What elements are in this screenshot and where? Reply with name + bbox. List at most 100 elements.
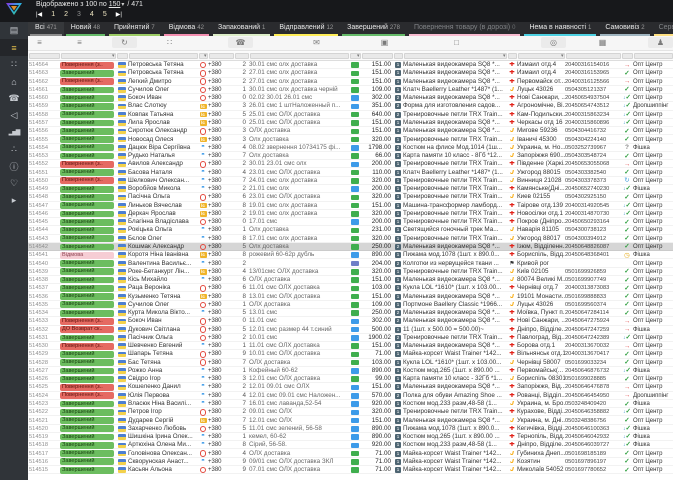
column-filter-input[interactable]	[393, 52, 403, 59]
tab-Прийнятий[interactable]: Прийнятий 7	[107, 22, 162, 36]
table-row[interactable]: 514535 Завершений Сучилов Олег +380 1 ОЛХ дос…	[28, 301, 673, 309]
tab-Запакований[interactable]: Запакований 1	[211, 22, 272, 36]
sidebar-item-dashboard-icon[interactable]: ▤	[0, 22, 28, 39]
table-row[interactable]: 514540 Завершений Валентина Васильє... * +38…	[28, 259, 673, 267]
table-row[interactable]: 514547 Завершений Линьков Вячеслав lc +380 8 1…	[28, 202, 673, 210]
column-filter-input[interactable]	[128, 52, 198, 59]
sidebar-item-info-icon[interactable]: ⓘ	[0, 158, 28, 175]
products-col-icon[interactable]: □	[450, 37, 463, 48]
last-page-icon[interactable]: ▶|	[116, 11, 122, 18]
tab-Повернення товару (в дорозі)[interactable]: Повернення товару (в дорозі) 0	[407, 22, 523, 36]
page-number[interactable]: 4	[90, 11, 94, 18]
table-row[interactable]: 514544 Завершений Рокіцька Ольга * +380 1 Олх …	[28, 226, 673, 234]
sidebar-item-announce-icon[interactable]: ◁	[0, 107, 28, 124]
tab-Всі[interactable]: Всі 471	[28, 22, 64, 36]
manager-col-icon[interactable]: ♟	[648, 37, 673, 48]
column-filter-input[interactable]	[507, 52, 517, 59]
tab-Відправлений[interactable]: Відправлений 12	[272, 22, 340, 36]
table-row[interactable]: 514531 Завершений Пасічник Ольга +380 2 10.01…	[28, 334, 673, 342]
delivery-col-icon[interactable]: ◎	[541, 37, 566, 48]
table-row[interactable]: 514564 Повернення (з.. Петровська Тетяна +3…	[28, 61, 673, 69]
table-row[interactable]: 514561 Завершений Сучилов Олег +380 1 30.01 с…	[28, 86, 673, 94]
table-row[interactable]: 514525 Повернення (з.. Кошеленко Данил * +38…	[28, 383, 673, 391]
refresh-icon[interactable]: ↻	[112, 37, 137, 48]
first-page-icon[interactable]: |◀	[36, 11, 42, 18]
sort-icon[interactable]: ≡	[33, 37, 46, 48]
table-row[interactable]: 514536 Завершений Кузьменко Тетяна lc +380 8 1…	[28, 292, 673, 301]
table-row[interactable]: 514518 Завершений Артюхіна Олена Ми... * +38…	[28, 441, 673, 449]
table-row[interactable]: 514562 Повернення (з.. Легкий Дмитро +380 2 2…	[28, 78, 673, 86]
sidebar-item-partners-icon[interactable]: ♡	[0, 175, 28, 192]
table-row[interactable]: 514545 Завершений Благінна Владіслава +380 0…	[28, 218, 673, 226]
table-row[interactable]: 514553 Завершений Рудько Наталья * +380 7 Олх …	[28, 152, 673, 160]
per-page-select[interactable]: 150	[109, 1, 121, 8]
table-row[interactable]: 514556 Завершений Сиротюк Олександр +380 3 ОЛ…	[28, 127, 673, 135]
table-row[interactable]: 514550 Повернення (з.. Шелкович Олексан...…	[28, 177, 673, 185]
table-row[interactable]: 514542 Завершений Кошмак Александр +380 5 Олх…	[28, 242, 673, 252]
column-filter-input[interactable]: ▾	[517, 52, 565, 59]
table-row[interactable]: 514563 Завершений Петровська Тетяна +380 2 27…	[28, 69, 673, 77]
table-row[interactable]: 514543 Завершений Бєлов Олег * +380 8 17.01 см…	[28, 235, 673, 243]
table-row[interactable]: 514552 Повернення (з.. Авилов Александр +38…	[28, 160, 673, 168]
table-row[interactable]: 514533 Повернення (з.. Бокоч Иван +380 0 11.0…	[28, 317, 673, 325]
page-number[interactable]: 2	[64, 11, 68, 18]
table-row[interactable]: 514548 Завершений Пасічна Ольга +380 6 23.01 …	[28, 193, 673, 201]
sidebar-item-integrations-icon[interactable]: ∴	[0, 141, 28, 158]
app-logo[interactable]	[5, 2, 23, 16]
table-row[interactable]: 514538 Завершений Кісь Михайло * +380 6 ОЛХ до…	[28, 276, 673, 284]
table-row[interactable]: 514520 Завершений Захарченко Любовь +380 5 11…	[28, 425, 673, 433]
tab-Новий[interactable]: Новий 48	[64, 22, 107, 36]
tab-Нема в наявності[interactable]: Нема в наявності 1	[522, 22, 598, 36]
table-row[interactable]: 514522 Завершений Петров Ігор +380 2 09.01 см…	[28, 408, 673, 416]
tab-Сервіси[interactable]: Сервіси0	[652, 22, 673, 36]
status-col-icon[interactable]: ≡	[73, 37, 86, 48]
column-filter-input[interactable]	[621, 52, 633, 59]
table-row[interactable]: 514546 Завершений Деркач Ярослав lc +380 2 19.…	[28, 210, 673, 218]
sidebar-item-calls-icon[interactable]: ☎	[0, 90, 28, 107]
table-row[interactable]: 514555 Завершений Новосад Олеся lc +380 3 Олх …	[28, 135, 673, 144]
payment-col-icon[interactable]: ▣	[378, 37, 391, 48]
table-row[interactable]: 514521 Завершений Дударев Сергій lc +380 7 12.…	[28, 416, 673, 425]
table-row[interactable]: 514549 Завершений Воробйов Микола * +380 2 21.…	[28, 185, 673, 193]
column-filter-input[interactable]: ▾	[60, 52, 116, 59]
column-filter-input[interactable]	[565, 52, 621, 59]
column-filter-input[interactable]	[234, 52, 249, 59]
table-row[interactable]: 514560 Завершений Бокоч Иван +380 0 02.02 30.…	[28, 94, 673, 102]
sidebar-item-video-icon[interactable]: ▸	[0, 192, 28, 209]
page-number[interactable]: 5	[103, 11, 107, 18]
table-row[interactable]: 514558 Завершений Ковпак Татьяна lc +380 5 25.…	[28, 111, 673, 119]
table-row[interactable]: 514537 Завершений Раца Вероніка +380 6 11.01 …	[28, 284, 673, 292]
table-row[interactable]: 514528 Завершений Бас Тетяна +380 7 ОЛХ доста…	[28, 359, 673, 367]
ttn-col-icon[interactable]: ▦	[596, 37, 609, 48]
column-filter-input[interactable]: ▾	[403, 52, 507, 59]
column-filter-input[interactable]	[28, 52, 60, 59]
table-row[interactable]: 514530 Повернення (з.. Шевченко Евгений * +3…	[28, 342, 673, 350]
sidebar-item-clients-icon[interactable]: ∷	[0, 56, 28, 73]
table-row[interactable]: 514519 Завершений Шишкіна Ірина Олек... * +3…	[28, 433, 673, 441]
table-row[interactable]: 514559 Завершений Влас Слотюу lc +380 3 26.01 …	[28, 102, 673, 110]
table-row[interactable]: 514541 Відмова Коротя Ніна Іванівна lc +380 8…	[28, 251, 673, 259]
table-row[interactable]: 514529 Завершений Шапарь Тетяна +380 9 10.01 …	[28, 350, 673, 358]
page-number[interactable]: 1	[51, 11, 55, 18]
table-row[interactable]: 514523 Завершений Власюк Ніна Василі... * +3…	[28, 400, 673, 408]
page-number[interactable]: 3	[77, 11, 81, 18]
tab-Завершений[interactable]: Завершений 278	[340, 22, 407, 36]
table-row[interactable]: 514539 Завершений Роке-Бетанкурт Лін... lc +…	[28, 268, 673, 276]
table-row[interactable]: 514557 Завершений Лила Ярослав lc +380 0 25.01…	[28, 119, 673, 127]
table-row[interactable]: 514534 Завершений Курта Микола Вікто... * +3…	[28, 309, 673, 317]
column-filter-input[interactable]	[249, 52, 349, 59]
phone-col-icon[interactable]: ☎	[228, 37, 253, 48]
table-row[interactable]: 514516 Завершений Скворунская Анаст... * +38…	[28, 458, 673, 466]
sidebar-item-orders-icon[interactable]: ≡	[0, 39, 28, 56]
column-filter-input[interactable]	[208, 52, 234, 59]
sidebar-item-stats-icon[interactable]: ▂▅▇	[0, 124, 28, 141]
table-row[interactable]: 514524 Повернення (з.. Юлія Первова * +380 4 1…	[28, 392, 673, 400]
table-row[interactable]: 514527 Завершений Рожко Анна * +380 1 Кофейный…	[28, 367, 673, 375]
column-filter-input[interactable]	[361, 52, 393, 59]
column-filter-input[interactable]: ▾	[198, 52, 208, 59]
sidebar-item-bank-icon[interactable]: ⌂	[0, 73, 28, 90]
column-filter-input[interactable]	[116, 52, 128, 59]
tab-Самовивіз[interactable]: Самовивіз 2	[598, 22, 651, 36]
clients-col-icon[interactable]: ∷	[163, 37, 176, 48]
tab-Відмова[interactable]: Відмова 42	[162, 22, 211, 36]
